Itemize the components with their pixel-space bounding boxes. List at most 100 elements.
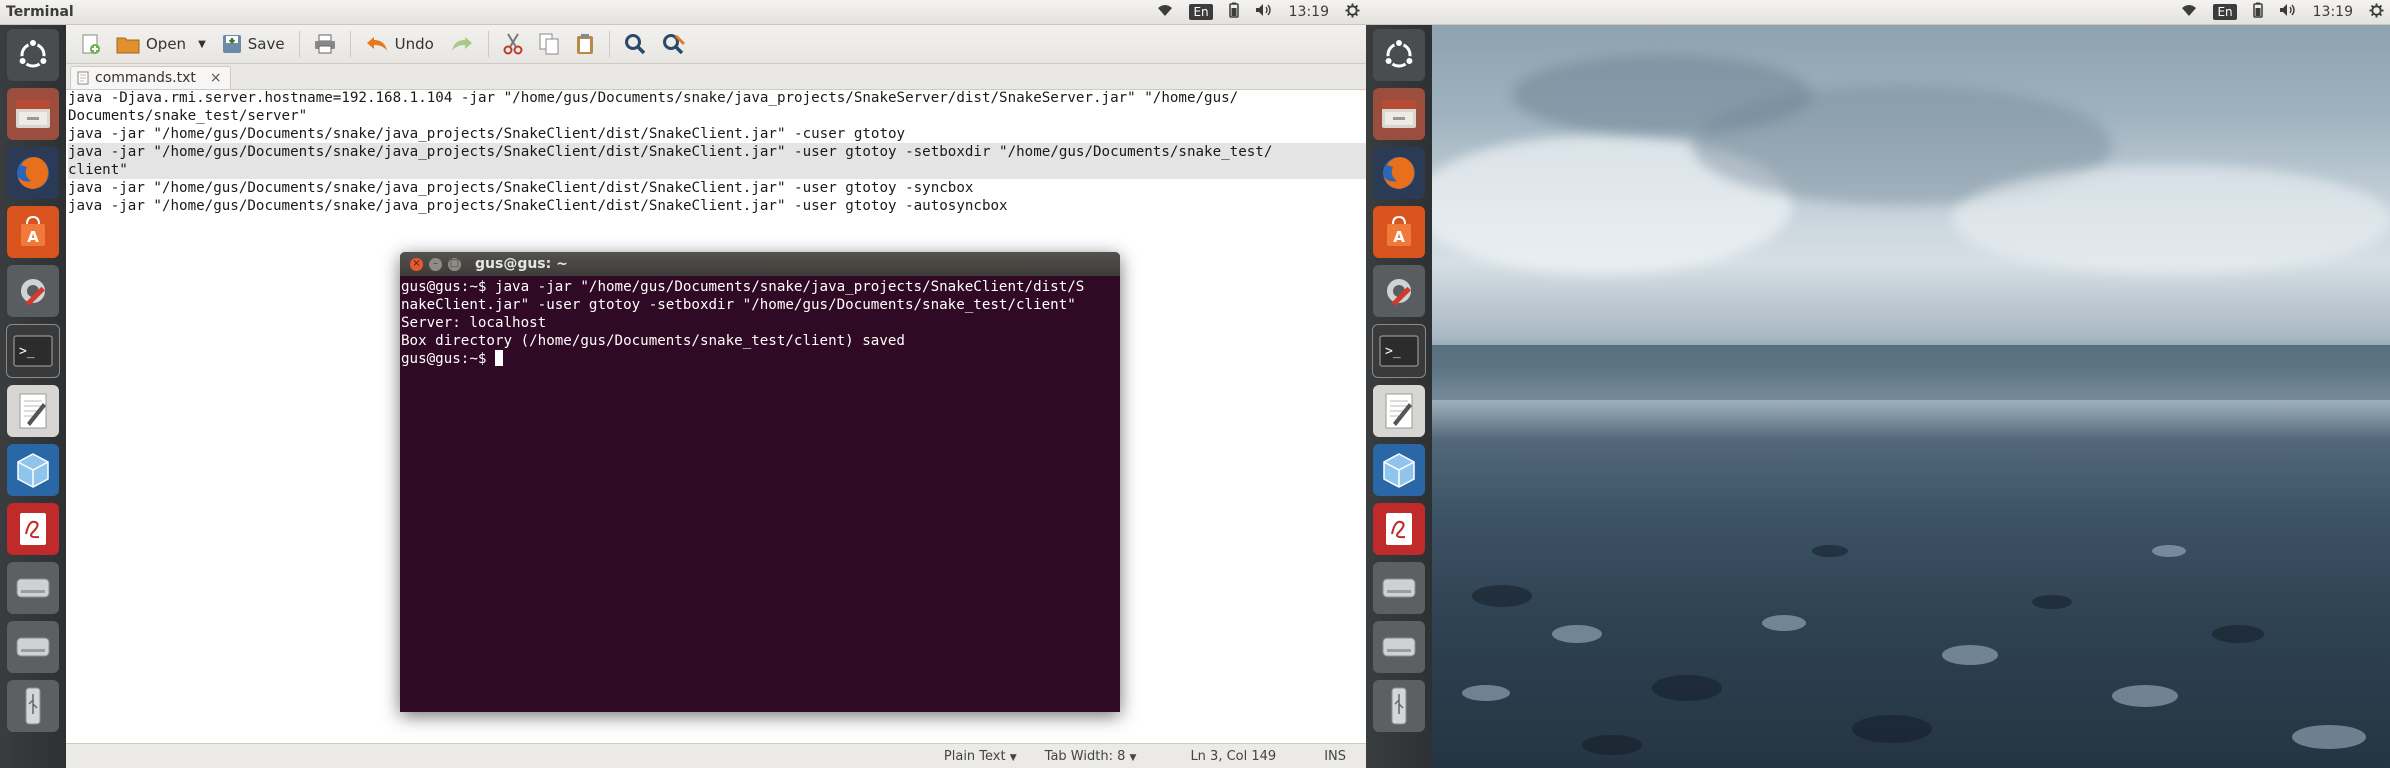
cut-button[interactable] <box>495 29 531 59</box>
terminal-window: × – □ gus@gus: ~ gus@gus:~$ java -jar "/… <box>400 252 1120 712</box>
document-viewer-icon[interactable] <box>1373 503 1425 555</box>
terminal-icon[interactable]: >_ <box>6 324 60 378</box>
save-button[interactable]: Save <box>214 30 293 58</box>
editor-statusbar: Plain Text ▼ Tab Width: 8 ▼ Ln 3, Col 14… <box>66 743 1366 768</box>
save-label: Save <box>247 35 285 53</box>
firefox-icon[interactable] <box>1373 147 1425 199</box>
wallpaper-cloud <box>1952 165 2390 275</box>
terminal-titlebar[interactable]: × – □ gus@gus: ~ <box>400 252 1120 276</box>
ubuntu-dash-icon[interactable] <box>1373 29 1425 81</box>
tab-width-selector[interactable]: Tab Width: 8 ▼ <box>1031 749 1151 764</box>
system-settings-icon[interactable] <box>7 265 59 317</box>
toolbar-separator <box>298 31 300 57</box>
drive-icon[interactable] <box>1373 621 1425 673</box>
terminal-line: Box directory (/home/gus/Documents/snake… <box>401 333 905 349</box>
wallpaper-pebble <box>2112 685 2178 707</box>
find-button[interactable] <box>616 29 654 59</box>
maximize-icon[interactable]: □ <box>448 257 461 271</box>
chevron-down-icon[interactable]: ▼ <box>198 39 206 50</box>
volume-icon[interactable] <box>1255 3 1273 21</box>
ubuntu-dash-icon[interactable] <box>7 29 59 81</box>
indicator-area: En 13:19 <box>1157 2 1360 22</box>
chevron-down-icon: ▼ <box>1129 752 1137 763</box>
printer-icon <box>314 34 335 54</box>
new-document-button[interactable] <box>72 29 108 59</box>
drive-icon[interactable] <box>7 621 59 673</box>
wallpaper-cloud <box>1512 55 1812 135</box>
firefox-icon[interactable] <box>7 147 59 199</box>
terminal-line: Server: localhost <box>401 315 547 331</box>
drive-icon[interactable] <box>7 562 59 614</box>
system-settings-icon[interactable] <box>1373 265 1425 317</box>
text-editor-icon[interactable] <box>1373 385 1425 437</box>
clock[interactable]: 13:19 <box>1289 4 1329 20</box>
terminal-icon[interactable]: >_ <box>1372 324 1426 378</box>
wallpaper-pebble <box>1582 735 1642 755</box>
wallpaper-pebble <box>1942 645 1998 665</box>
battery-icon[interactable] <box>1228 2 1239 22</box>
find-replace-button[interactable] <box>654 29 694 59</box>
open-button[interactable]: Open ▼ <box>108 30 214 58</box>
editor-line: java -jar "/home/gus/Documents/snake/jav… <box>68 180 974 196</box>
battery-icon[interactable] <box>2252 2 2263 22</box>
clock[interactable]: 13:19 <box>2313 4 2353 20</box>
volume-icon[interactable] <box>2279 3 2297 21</box>
keyboard-layout-indicator[interactable]: En <box>2213 4 2237 20</box>
tab-label: commands.txt <box>95 70 196 86</box>
close-icon[interactable]: × <box>410 257 423 271</box>
redo-button[interactable] <box>442 31 482 57</box>
redo-icon <box>451 37 472 51</box>
wallpaper-pebble <box>1812 545 1848 557</box>
editor-line: java -jar "/home/gus/Documents/snake/jav… <box>68 126 906 142</box>
language-label: Plain Text <box>943 748 1006 764</box>
editor-line-current: client" <box>68 161 1366 179</box>
indicator-area: En 13:19 <box>2181 2 2384 22</box>
wallpaper-pebble <box>2152 545 2186 557</box>
text-file-icon <box>77 71 89 85</box>
editor-line-current: java -jar "/home/gus/Documents/snake/jav… <box>68 143 1366 161</box>
svg-text:A: A <box>1393 228 1405 246</box>
virtualbox-icon[interactable] <box>7 444 59 496</box>
toolbar-separator <box>608 31 610 57</box>
copy-button[interactable] <box>531 29 567 59</box>
usb-drive-icon[interactable] <box>7 680 59 732</box>
minimize-icon[interactable]: – <box>429 257 442 271</box>
toolbar-separator <box>487 31 489 57</box>
print-button[interactable] <box>306 30 344 58</box>
terminal-output[interactable]: gus@gus:~$ java -jar "/home/gus/Document… <box>400 276 1120 368</box>
wifi-icon[interactable] <box>1157 3 1173 21</box>
text-editor-icon[interactable] <box>7 385 59 437</box>
text-cursor <box>494 350 503 366</box>
wallpaper-pebble <box>1462 685 1510 701</box>
tab-commands-txt[interactable]: commands.txt × <box>70 66 231 89</box>
paste-button[interactable] <box>567 29 603 59</box>
software-center-icon[interactable]: A <box>1373 206 1425 258</box>
launcher-left: A >_ <box>0 25 67 768</box>
editor-toolbar: Open ▼ Save Undo <box>66 25 1366 64</box>
wifi-icon[interactable] <box>2181 3 2197 21</box>
undo-button[interactable]: Undo <box>357 31 442 57</box>
wallpaper-pebble <box>1652 675 1722 701</box>
files-icon[interactable] <box>7 88 59 140</box>
folder-icon <box>116 37 140 54</box>
wallpaper-pebble <box>1762 615 1806 631</box>
svg-text:A: A <box>27 228 39 246</box>
editor-line: java -jar "/home/gus/Documents/snake/jav… <box>68 198 1008 214</box>
editor-line: Documents/snake_test/server" <box>68 108 308 124</box>
session-gear-icon[interactable] <box>2369 2 2384 22</box>
usb-drive-icon[interactable] <box>1373 680 1425 732</box>
terminal-line: nakeClient.jar" -user gtotoy -setboxdir … <box>401 297 1076 313</box>
top-panel-left: Terminal En 13:19 <box>0 0 1366 25</box>
files-icon[interactable] <box>1373 88 1425 140</box>
keyboard-layout-indicator[interactable]: En <box>1189 4 1213 20</box>
wallpaper-pebble <box>1852 715 1932 743</box>
session-gear-icon[interactable] <box>1345 2 1360 22</box>
save-icon <box>222 35 241 53</box>
virtualbox-icon[interactable] <box>1373 444 1425 496</box>
software-center-icon[interactable]: A <box>7 206 59 258</box>
top-panel-right: En 13:19 <box>1366 0 2390 25</box>
drive-icon[interactable] <box>1373 562 1425 614</box>
document-viewer-icon[interactable] <box>7 503 59 555</box>
close-icon[interactable]: × <box>210 70 222 86</box>
language-selector[interactable]: Plain Text ▼ <box>930 749 1031 764</box>
